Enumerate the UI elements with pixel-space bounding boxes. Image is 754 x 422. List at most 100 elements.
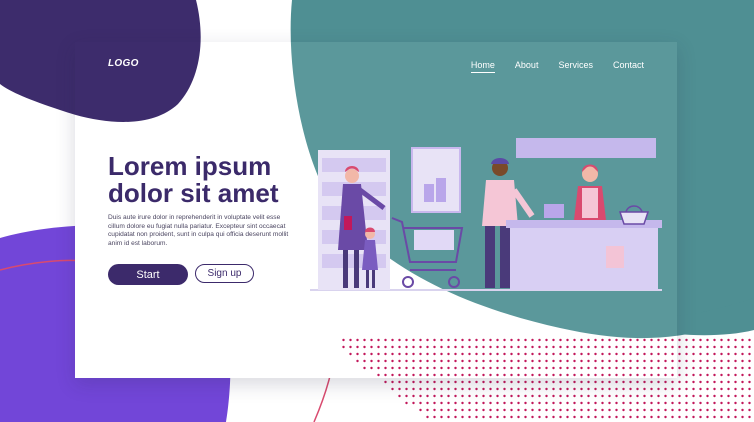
logo[interactable]: LOGO (108, 58, 139, 69)
pattern-dot (699, 359, 702, 363)
pattern-dot (741, 408, 744, 412)
pattern-dot (538, 380, 541, 384)
signup-button[interactable]: Sign up (195, 264, 254, 283)
pattern-dot (580, 415, 583, 419)
pattern-dot (552, 387, 555, 391)
pattern-dot (594, 408, 597, 412)
pattern-dot (517, 401, 520, 405)
nav-contact[interactable]: Contact (613, 60, 644, 73)
hero-body-text: Duis aute irure dolor in reprehenderit i… (108, 214, 289, 247)
pattern-dot (713, 408, 716, 412)
pattern-dot (447, 380, 450, 384)
pattern-dot (587, 380, 590, 384)
pattern-dot (685, 408, 688, 412)
pattern-dot (419, 394, 422, 398)
pattern-dot (496, 408, 499, 412)
pattern-dot (608, 408, 611, 412)
pattern-dot (685, 380, 688, 384)
pattern-dot (468, 394, 471, 398)
pattern-dot (727, 415, 730, 419)
pattern-dot (734, 359, 737, 363)
pattern-dot (531, 415, 534, 419)
pattern-dot (447, 408, 450, 412)
pattern-dot (503, 415, 506, 419)
pattern-dot (475, 408, 478, 412)
pattern-dot (748, 352, 751, 356)
pattern-dot (664, 415, 667, 419)
pattern-dot (748, 366, 751, 370)
pattern-dot (699, 373, 702, 377)
pattern-dot (475, 415, 478, 419)
pattern-dot (671, 415, 674, 419)
pattern-dot (517, 387, 520, 391)
pattern-dot (594, 380, 597, 384)
pattern-dot (678, 373, 681, 377)
pattern-dot (692, 401, 695, 405)
pattern-dot (713, 345, 716, 349)
pattern-dot (503, 408, 506, 412)
pattern-dot (727, 380, 730, 384)
pattern-dot (412, 401, 415, 405)
pattern-dot (503, 380, 506, 384)
pattern-dot (559, 394, 562, 398)
pattern-dot (545, 401, 548, 405)
pattern-dot (566, 394, 569, 398)
pattern-dot (440, 394, 443, 398)
pattern-dot (699, 394, 702, 398)
pattern-dot (433, 387, 436, 391)
pattern-dot (608, 380, 611, 384)
pattern-dot (748, 408, 751, 412)
pattern-dot (503, 401, 506, 405)
pattern-dot (524, 415, 527, 419)
pattern-dot (748, 394, 751, 398)
pattern-dot (678, 380, 681, 384)
pattern-dot (510, 394, 513, 398)
pattern-dot (426, 380, 429, 384)
pattern-dot (678, 408, 681, 412)
shopping-bag-icon (606, 246, 624, 268)
pattern-dot (615, 408, 618, 412)
pattern-dot (734, 366, 737, 370)
pattern-dot (615, 401, 618, 405)
pattern-dot (496, 415, 499, 419)
pattern-dot (713, 359, 716, 363)
pattern-dot (559, 408, 562, 412)
pattern-dot (671, 387, 674, 391)
pattern-dot (734, 380, 737, 384)
pattern-dot (720, 408, 723, 412)
pattern-dot (748, 387, 751, 391)
pattern-dot (685, 387, 688, 391)
pattern-dot (440, 401, 443, 405)
pattern-dot (601, 380, 604, 384)
start-button[interactable]: Start (108, 264, 188, 285)
pattern-dot (706, 352, 709, 356)
pattern-dot (622, 408, 625, 412)
pattern-dot (748, 415, 751, 419)
pattern-dot (489, 415, 492, 419)
pattern-dot (706, 345, 709, 349)
pattern-dot (517, 408, 520, 412)
pattern-dot (573, 415, 576, 419)
headline-line-2: dolor sit amet (108, 178, 279, 208)
pattern-dot (454, 415, 457, 419)
pattern-dot (405, 387, 408, 391)
pattern-dot (489, 387, 492, 391)
pattern-dot (636, 408, 639, 412)
pattern-dot (503, 387, 506, 391)
pattern-dot (664, 408, 667, 412)
pattern-dot (741, 345, 744, 349)
pattern-dot (706, 380, 709, 384)
pattern-dot (538, 408, 541, 412)
nav-about[interactable]: About (515, 60, 539, 73)
pattern-dot (489, 408, 492, 412)
pattern-dot (580, 387, 583, 391)
pattern-dot (475, 401, 478, 405)
pattern-dot (699, 338, 702, 342)
nav-home[interactable]: Home (470, 60, 495, 73)
pattern-dot (454, 380, 457, 384)
nav-services[interactable]: Services (558, 60, 593, 73)
pattern-dot (587, 415, 590, 419)
pattern-dot (482, 394, 485, 398)
pattern-dot (629, 401, 632, 405)
pattern-dot (538, 394, 541, 398)
